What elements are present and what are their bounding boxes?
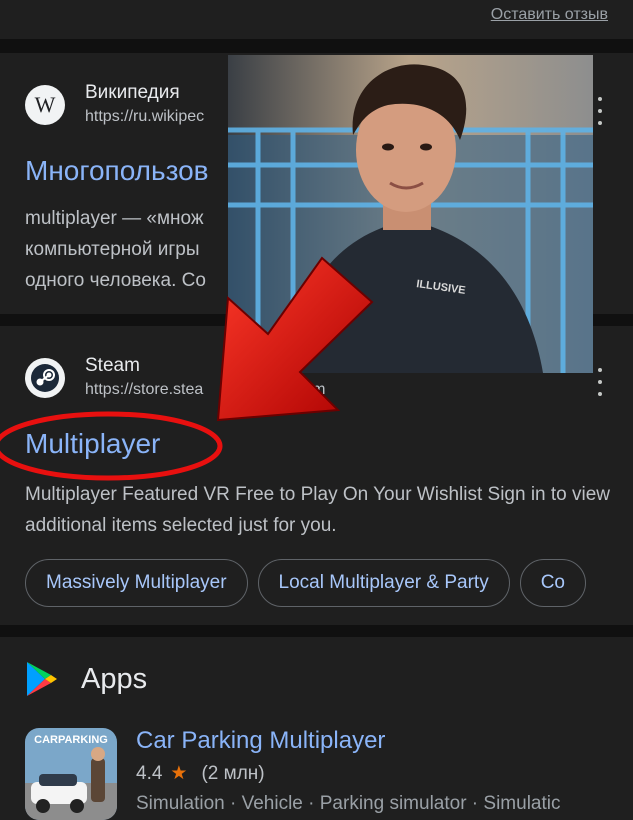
apps-heading: Apps	[81, 662, 148, 695]
app-categories: Simulation · Vehicle · Parking simulator…	[136, 793, 561, 814]
chip-row: Massively Multiplayer Local Multiplayer …	[25, 559, 586, 607]
result-title[interactable]: Multiplayer	[25, 428, 160, 460]
more-options-icon[interactable]	[593, 368, 607, 396]
star-icon: ★	[170, 763, 188, 784]
app-name[interactable]: Car Parking Multiplayer	[136, 727, 385, 755]
result-source-url: https://ru.wikipec	[85, 108, 205, 125]
chip-local-multiplayer[interactable]: Local Multiplayer & Party	[257, 559, 510, 607]
app-rating: 4.4 ★ (2 млн)	[136, 762, 265, 785]
car-parking-app-icon[interactable]: CARPARKING	[25, 728, 117, 820]
result-source-name: Википедия	[85, 82, 180, 103]
feedback-link[interactable]: Оставить отзыв	[491, 6, 608, 24]
chip-co[interactable]: Co	[519, 559, 586, 607]
section-separator	[0, 39, 633, 53]
section-separator	[0, 625, 633, 637]
apps-header: Apps	[25, 660, 147, 698]
result-snippet: Multiplayer Featured VR Free to Play On …	[25, 484, 611, 536]
result-source[interactable]: W Википедия https://ru.wikipec	[25, 81, 204, 129]
svg-text:CARPARKING: CARPARKING	[34, 734, 108, 746]
result-source-url: https://store.stea com	[85, 381, 326, 398]
overlay-photo-man: ILLUSIVE	[228, 55, 593, 373]
more-options-icon[interactable]	[593, 97, 607, 125]
wikipedia-favicon-icon: W	[25, 85, 65, 125]
result-title[interactable]: Многопользов	[25, 155, 209, 187]
google-play-icon	[27, 662, 57, 696]
chip-massively-multiplayer[interactable]: Massively Multiplayer	[25, 559, 248, 607]
steam-favicon-icon	[25, 358, 65, 398]
